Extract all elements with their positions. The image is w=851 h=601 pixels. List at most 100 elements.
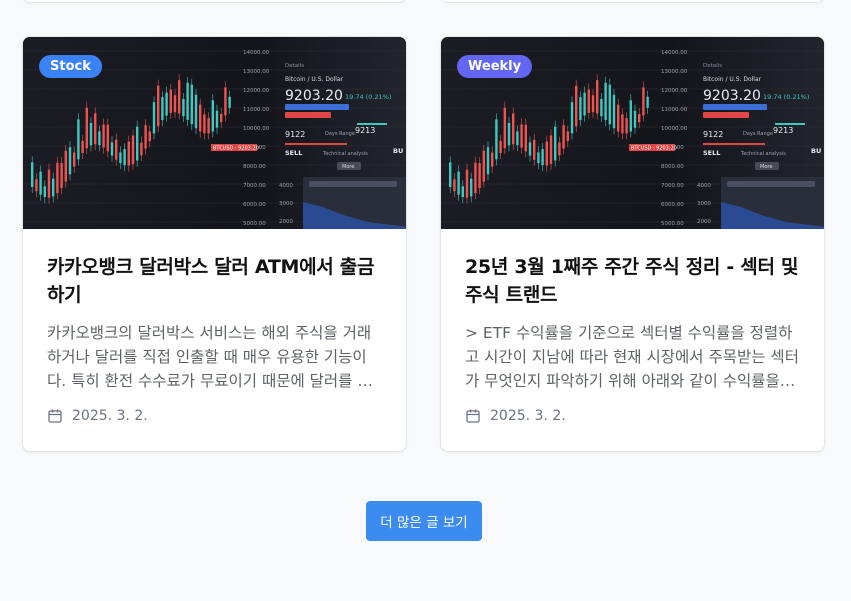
more-label: More <box>760 164 772 170</box>
candle-body <box>152 102 156 134</box>
candle-body <box>47 169 51 198</box>
candle-body <box>43 186 46 198</box>
right-tick-label: 2000 <box>279 219 293 225</box>
candle-body <box>215 110 219 128</box>
post-date: 2025. 3. 2. <box>72 408 148 424</box>
change-label: 19.74 (0.21%) <box>345 93 391 101</box>
candle-body <box>621 114 624 134</box>
y-tick-label: 8000.00 <box>661 164 684 170</box>
tech-label: Technical analysis <box>322 151 368 157</box>
candle-body <box>457 171 460 195</box>
sell-price: 9122 <box>285 130 305 139</box>
buy-price: 9213 <box>355 126 375 135</box>
y-tick-label: 5000.00 <box>661 221 684 227</box>
candle-body <box>491 152 494 167</box>
right-tick-label: 2000 <box>697 219 711 225</box>
candle-body <box>520 124 523 148</box>
candle-body <box>115 139 118 160</box>
candle-body <box>182 98 185 117</box>
candle-body <box>144 125 147 149</box>
category-badge[interactable]: Weekly <box>457 55 533 78</box>
candle-body <box>173 95 177 113</box>
buy-price: 9213 <box>773 126 793 135</box>
post-date: 2025. 3. 2. <box>490 408 566 424</box>
candle-body <box>596 80 599 114</box>
y-tick-label: 11000.00 <box>243 107 270 113</box>
red-tag <box>703 112 749 118</box>
red-tag <box>285 112 331 118</box>
candle-body <box>64 150 67 182</box>
days-range-label: Days Range <box>325 131 355 137</box>
candle-body <box>533 139 536 160</box>
blue-tag <box>703 104 767 110</box>
category-badge[interactable]: Stock <box>39 55 102 78</box>
candle-body <box>486 147 490 175</box>
candle-body <box>591 95 595 113</box>
candle-body <box>228 96 231 108</box>
candle-body <box>566 131 569 142</box>
candle-body <box>190 84 193 125</box>
tech-label: Technical analysis <box>740 151 786 157</box>
y-tick-label: 12000.00 <box>661 88 688 94</box>
change-label: 19.74 (0.21%) <box>763 93 809 101</box>
candle-body <box>98 131 101 146</box>
ticker-tag: BTCUSD · 9203.20 <box>631 146 677 152</box>
candle-body <box>507 122 511 146</box>
post-card[interactable]: 14000.00 13000.00 12000.00 11000.00 10000.00… <box>440 36 825 452</box>
post-meta: 2025. 3. 2. <box>465 408 800 424</box>
candle-body <box>136 126 139 161</box>
blue-tag <box>285 104 349 110</box>
pair-label: Bitcoin / U.S. Dollar <box>285 76 344 83</box>
y-tick-label: 6000.00 <box>661 202 684 208</box>
buy-bar <box>357 123 387 125</box>
load-more-button[interactable]: 더 많은 글 보기 <box>366 501 482 541</box>
y-tick-label: 12000.00 <box>243 88 270 94</box>
sell-label: SELL <box>285 149 302 157</box>
candle-body <box>554 126 557 161</box>
candle-body <box>600 98 603 117</box>
candle-body <box>465 169 469 198</box>
candle-body <box>470 178 473 197</box>
y-tick-label: 11000.00 <box>661 107 688 113</box>
candle-body <box>194 94 198 129</box>
card-stub-right <box>440 0 825 3</box>
ticker-tag: BTCUSD · 9203.20 <box>213 146 259 152</box>
candle-body <box>94 113 97 145</box>
candle-body <box>453 179 456 192</box>
candle-body <box>558 142 561 156</box>
candle-body <box>646 96 649 108</box>
slider-track <box>727 181 815 187</box>
post-title[interactable]: 카카오뱅크 달러박스 달러 ATM에서 출금하기 <box>47 253 382 309</box>
post-title[interactable]: 25년 3월 1째주 주간 주식 정리 - 섹터 및 주식 트랜드 <box>465 253 800 309</box>
y-tick-label: 13000.00 <box>661 69 688 75</box>
candle-body <box>482 150 485 182</box>
candle-body <box>587 89 590 113</box>
sell-bar <box>703 143 765 145</box>
candle-body <box>461 186 464 198</box>
more-label: More <box>342 164 354 170</box>
y-tick-label: 14000.00 <box>243 50 270 56</box>
candle-body <box>604 82 607 120</box>
candle-body <box>549 135 553 165</box>
days-range-label: Days Range <box>743 131 773 137</box>
slider-track <box>309 181 397 187</box>
candle-body <box>85 107 88 149</box>
candle-body <box>60 163 63 189</box>
candle-body <box>68 147 72 175</box>
candle-body <box>583 92 586 116</box>
candle-body <box>169 89 172 113</box>
pair-label: Bitcoin / U.S. Dollar <box>703 76 762 83</box>
candle-body <box>106 124 109 152</box>
y-tick-label: 13000.00 <box>243 69 270 75</box>
y-tick-label: 10000.00 <box>661 126 688 132</box>
candle-body <box>545 141 548 166</box>
post-card[interactable]: 14000.00 13000.00 12000.00 11000.00 10000.00… <box>22 36 407 452</box>
candle-body <box>220 113 223 123</box>
candle-body <box>512 113 515 145</box>
buy-label: BU <box>393 147 403 155</box>
candle-body <box>612 94 616 129</box>
sell-bar <box>285 143 347 145</box>
price-label: 9203.20 <box>703 88 761 104</box>
candle-body <box>570 102 574 134</box>
candle-body <box>102 124 105 148</box>
